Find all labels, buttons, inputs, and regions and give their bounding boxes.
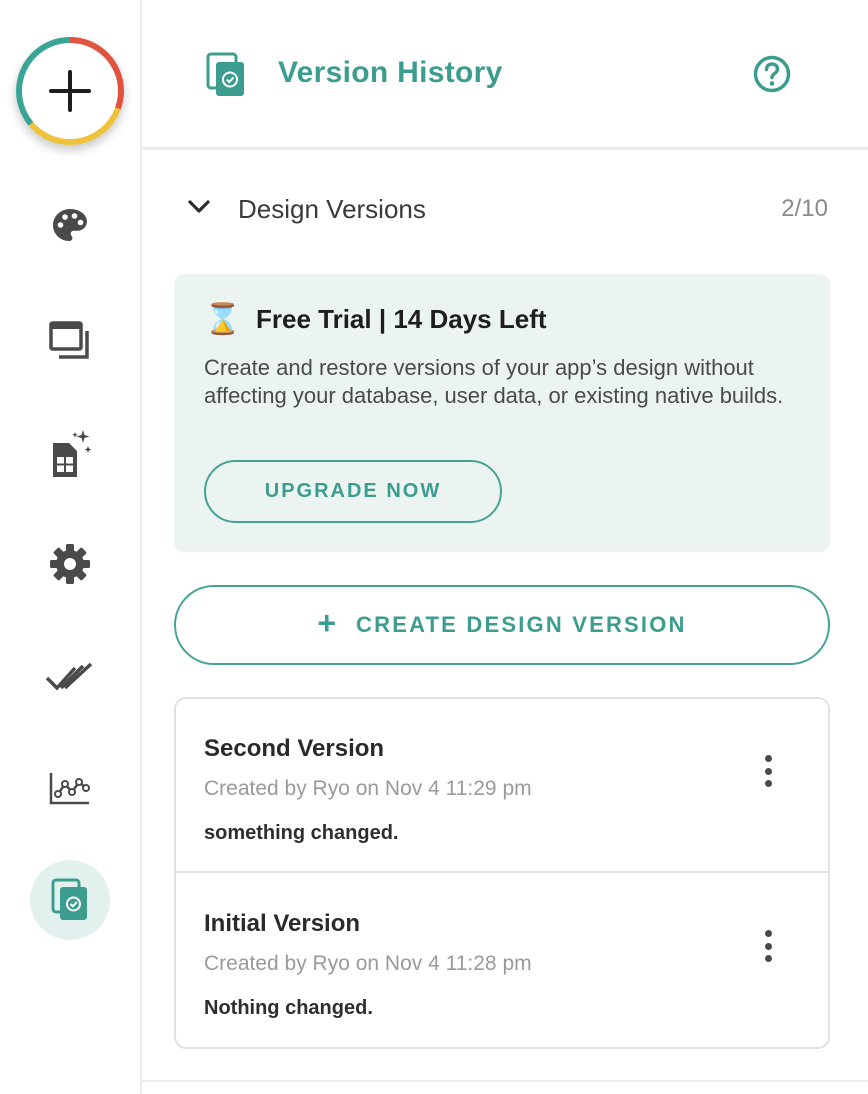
sidebar-item-version-history[interactable] [30,860,110,940]
trial-description: Create and restore versions of your app’… [204,355,784,408]
version-name: Initial Version [204,910,361,937]
version-note: something changed. [204,822,399,844]
version-history-icon [51,878,87,920]
sidebar-item-database[interactable] [40,424,100,484]
screens-icon [49,321,89,359]
version-count: 2/10 [781,195,828,222]
create-design-version-button[interactable]: + CREATE DESIGN VERSION [174,585,830,665]
chevron-down-icon[interactable] [186,194,212,220]
chart-icon [49,773,90,805]
section-label: Design Versions [238,194,426,224]
add-button[interactable] [16,37,124,145]
version-meta: Created by Ryo on Nov 4 11:29 pm [204,777,532,800]
hourglass-icon: ⌛ [204,303,242,336]
sidebar-item-settings[interactable] [40,534,100,594]
versions-list: Second Version Created by Ryo on Nov 4 1… [174,697,830,1049]
version-history-panel: Version History Design Versions 2/10 ⌛ F… [142,0,868,1094]
list-item[interactable]: Initial Version Created by Ryo on Nov 4 … [176,874,828,1047]
version-name: Second Version [204,735,385,762]
palette-icon [53,209,87,241]
design-versions-section-header[interactable]: Design Versions 2/10 [142,180,868,236]
free-trial-card: ⌛ Free Trial | 14 Days Left Create and r… [174,274,830,552]
double-check-icon [45,662,93,691]
sidebar-item-screens[interactable] [40,310,100,370]
sidebar-item-analytics[interactable] [40,758,100,818]
sidebar-rail [0,0,142,1094]
gear-icon [50,544,90,584]
more-options-icon[interactable] [754,926,782,966]
database-sparkle-icon [53,430,92,477]
version-meta: Created by Ryo on Nov 4 11:28 pm [204,952,532,975]
help-icon[interactable] [752,54,792,94]
panel-header: Version History [142,0,868,150]
create-design-version-label: CREATE DESIGN VERSION [356,612,687,637]
upgrade-now-button[interactable]: UPGRADE NOW [204,460,502,523]
divider [142,1080,868,1082]
plus-icon: + [317,605,337,641]
plus-icon [49,70,91,112]
list-item[interactable]: Second Version Created by Ryo on Nov 4 1… [176,699,828,873]
more-options-icon[interactable] [754,751,782,791]
trial-title: Free Trial | 14 Days Left [256,304,547,334]
version-note: Nothing changed. [204,997,373,1019]
sidebar-item-design[interactable] [40,196,100,256]
page-title: Version History [278,56,503,89]
sidebar-item-publish[interactable] [40,648,100,708]
version-history-icon [206,52,244,96]
